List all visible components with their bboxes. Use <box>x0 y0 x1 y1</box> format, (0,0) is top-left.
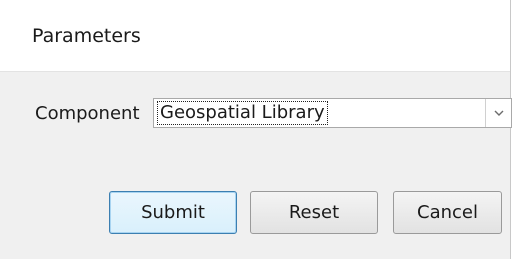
submit-button[interactable]: Submit <box>109 191 237 234</box>
component-select[interactable]: Geospatial Library <box>153 98 512 128</box>
dialog-title: Parameters <box>32 25 141 47</box>
dialog-header: Parameters <box>0 0 510 72</box>
cancel-button[interactable]: Cancel <box>393 191 502 234</box>
component-select-value: Geospatial Library <box>157 101 328 125</box>
component-label: Component <box>35 103 140 124</box>
parameters-dialog: Parameters Component Geospatial Library … <box>0 0 512 259</box>
chevron-down-icon[interactable] <box>485 99 511 127</box>
reset-button[interactable]: Reset <box>250 191 378 234</box>
